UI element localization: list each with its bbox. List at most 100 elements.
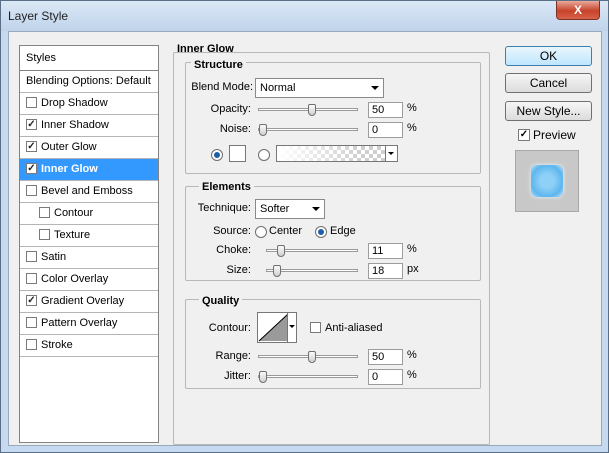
range-label: Range: (215, 350, 251, 362)
style-item-texture[interactable]: Texture (20, 225, 158, 247)
technique-select[interactable]: Softer (255, 199, 325, 219)
style-checkbox[interactable]: ✓ (26, 162, 37, 174)
styles-panel: Styles Blending Options: Default Drop Sh… (19, 45, 159, 443)
layer-style-dialog: Layer Style X Styles Blending Options: D… (0, 0, 609, 453)
style-item-contour[interactable]: Contour (20, 203, 158, 225)
style-checkbox[interactable]: ✓ (26, 118, 37, 130)
chevron-down-icon (388, 152, 394, 155)
blend-mode-select[interactable]: Normal (255, 78, 384, 98)
opacity-input[interactable]: 50 (368, 102, 403, 118)
source-edge-radio[interactable] (315, 226, 327, 238)
size-input[interactable]: 18 (368, 263, 403, 279)
technique-label: Technique: (197, 202, 251, 214)
gradient-dropdown[interactable] (385, 146, 397, 161)
style-checkbox[interactable]: ✓ (26, 140, 37, 152)
noise-label: Noise: (219, 123, 251, 135)
size-slider-thumb[interactable] (273, 265, 282, 277)
style-item-inner-glow[interactable]: ✓ Inner Glow (20, 159, 158, 181)
style-checkbox[interactable] (26, 316, 37, 328)
glow-color-swatch[interactable] (229, 145, 246, 162)
opacity-slider-thumb[interactable] (308, 104, 316, 116)
checkmark-icon: ✓ (519, 129, 529, 140)
chevron-down-icon (312, 207, 320, 211)
style-item-gradient-overlay[interactable]: ✓ Gradient Overlay (20, 291, 158, 313)
solid-color-radio[interactable] (211, 149, 223, 161)
source-label: Source: (213, 225, 251, 237)
style-item-label: Outer Glow (41, 141, 97, 153)
source-edge-label[interactable]: Edge (330, 225, 356, 237)
range-slider-thumb[interactable] (308, 351, 316, 363)
blending-options-item[interactable]: Blending Options: Default (20, 71, 158, 93)
preview-swatch (531, 165, 563, 197)
source-center-radio[interactable] (255, 226, 267, 238)
noise-unit: % (407, 122, 417, 134)
styles-header[interactable]: Styles (20, 46, 158, 71)
style-checkbox[interactable] (39, 228, 50, 240)
style-item-bevel-and-emboss[interactable]: Bevel and Emboss (20, 181, 158, 203)
noise-slider-thumb[interactable] (259, 124, 267, 136)
gradient-radio[interactable] (258, 149, 270, 161)
choke-input[interactable]: 11 (368, 243, 403, 259)
quality-title: Quality (199, 295, 243, 307)
opacity-unit: % (407, 102, 417, 114)
anti-aliased-label[interactable]: Anti-aliased (325, 322, 382, 334)
checkmark-icon: ✓ (27, 294, 36, 306)
contour-curve-icon (258, 313, 289, 342)
jitter-slider[interactable] (258, 371, 358, 383)
noise-slider[interactable] (258, 124, 358, 136)
style-checkbox[interactable] (26, 338, 37, 350)
style-item-satin[interactable]: Satin (20, 247, 158, 269)
title-bar[interactable]: Layer Style X (1, 1, 608, 31)
new-style-button[interactable]: New Style... (505, 101, 592, 121)
contour-label: Contour: (208, 322, 251, 334)
style-item-label: Pattern Overlay (41, 317, 118, 329)
style-item-label: Stroke (41, 339, 73, 351)
jitter-input[interactable]: 0 (368, 369, 403, 385)
contour-picker[interactable] (257, 312, 297, 343)
anti-aliased-checkbox[interactable] (310, 322, 321, 333)
gradient-picker[interactable] (276, 145, 398, 162)
choke-label: Choke: (216, 244, 251, 256)
ok-button[interactable]: OK (505, 46, 592, 66)
chevron-down-icon (371, 86, 379, 90)
technique-value: Softer (260, 203, 290, 215)
style-item-outer-glow[interactable]: ✓ Outer Glow (20, 137, 158, 159)
style-item-color-overlay[interactable]: Color Overlay (20, 269, 158, 291)
jitter-unit: % (407, 369, 417, 381)
range-slider[interactable] (258, 351, 358, 363)
style-checkbox[interactable] (26, 96, 37, 108)
jitter-slider-thumb[interactable] (259, 371, 267, 383)
preview-checkbox[interactable]: ✓ (518, 129, 530, 141)
style-item-label: Bevel and Emboss (41, 185, 133, 197)
close-button[interactable]: X (556, 1, 600, 20)
style-item-drop-shadow[interactable]: Drop Shadow (20, 93, 158, 115)
range-input[interactable]: 50 (368, 349, 403, 365)
style-checkbox[interactable] (39, 206, 50, 218)
size-slider[interactable] (266, 265, 358, 277)
style-item-label: Satin (41, 251, 67, 263)
choke-slider-thumb[interactable] (276, 245, 285, 257)
size-label: Size: (226, 264, 251, 276)
style-item-label: Inner Shadow (41, 119, 109, 131)
style-checkbox[interactable] (26, 272, 37, 284)
window-title: Layer Style (8, 9, 69, 23)
style-item-pattern-overlay[interactable]: Pattern Overlay (20, 313, 158, 335)
style-item-stroke[interactable]: Stroke (20, 335, 158, 357)
style-checkbox[interactable] (26, 250, 37, 262)
choke-unit: % (407, 243, 417, 255)
opacity-slider[interactable] (258, 104, 358, 116)
size-unit: px (407, 263, 419, 275)
preview-label[interactable]: Preview (533, 128, 576, 142)
contour-dropdown[interactable] (287, 313, 296, 342)
cancel-button[interactable]: Cancel (505, 73, 592, 93)
style-item-label: Contour (54, 207, 94, 219)
choke-slider[interactable] (266, 245, 358, 257)
style-checkbox[interactable]: ✓ (26, 294, 37, 306)
source-center-label[interactable]: Center (269, 225, 302, 237)
checkmark-icon: ✓ (27, 162, 36, 174)
blend-mode-value: Normal (260, 82, 296, 94)
style-item-inner-shadow[interactable]: ✓ Inner Shadow (20, 115, 158, 137)
style-checkbox[interactable] (26, 184, 37, 196)
style-item-label: Color Overlay (41, 273, 109, 285)
noise-input[interactable]: 0 (368, 122, 403, 138)
